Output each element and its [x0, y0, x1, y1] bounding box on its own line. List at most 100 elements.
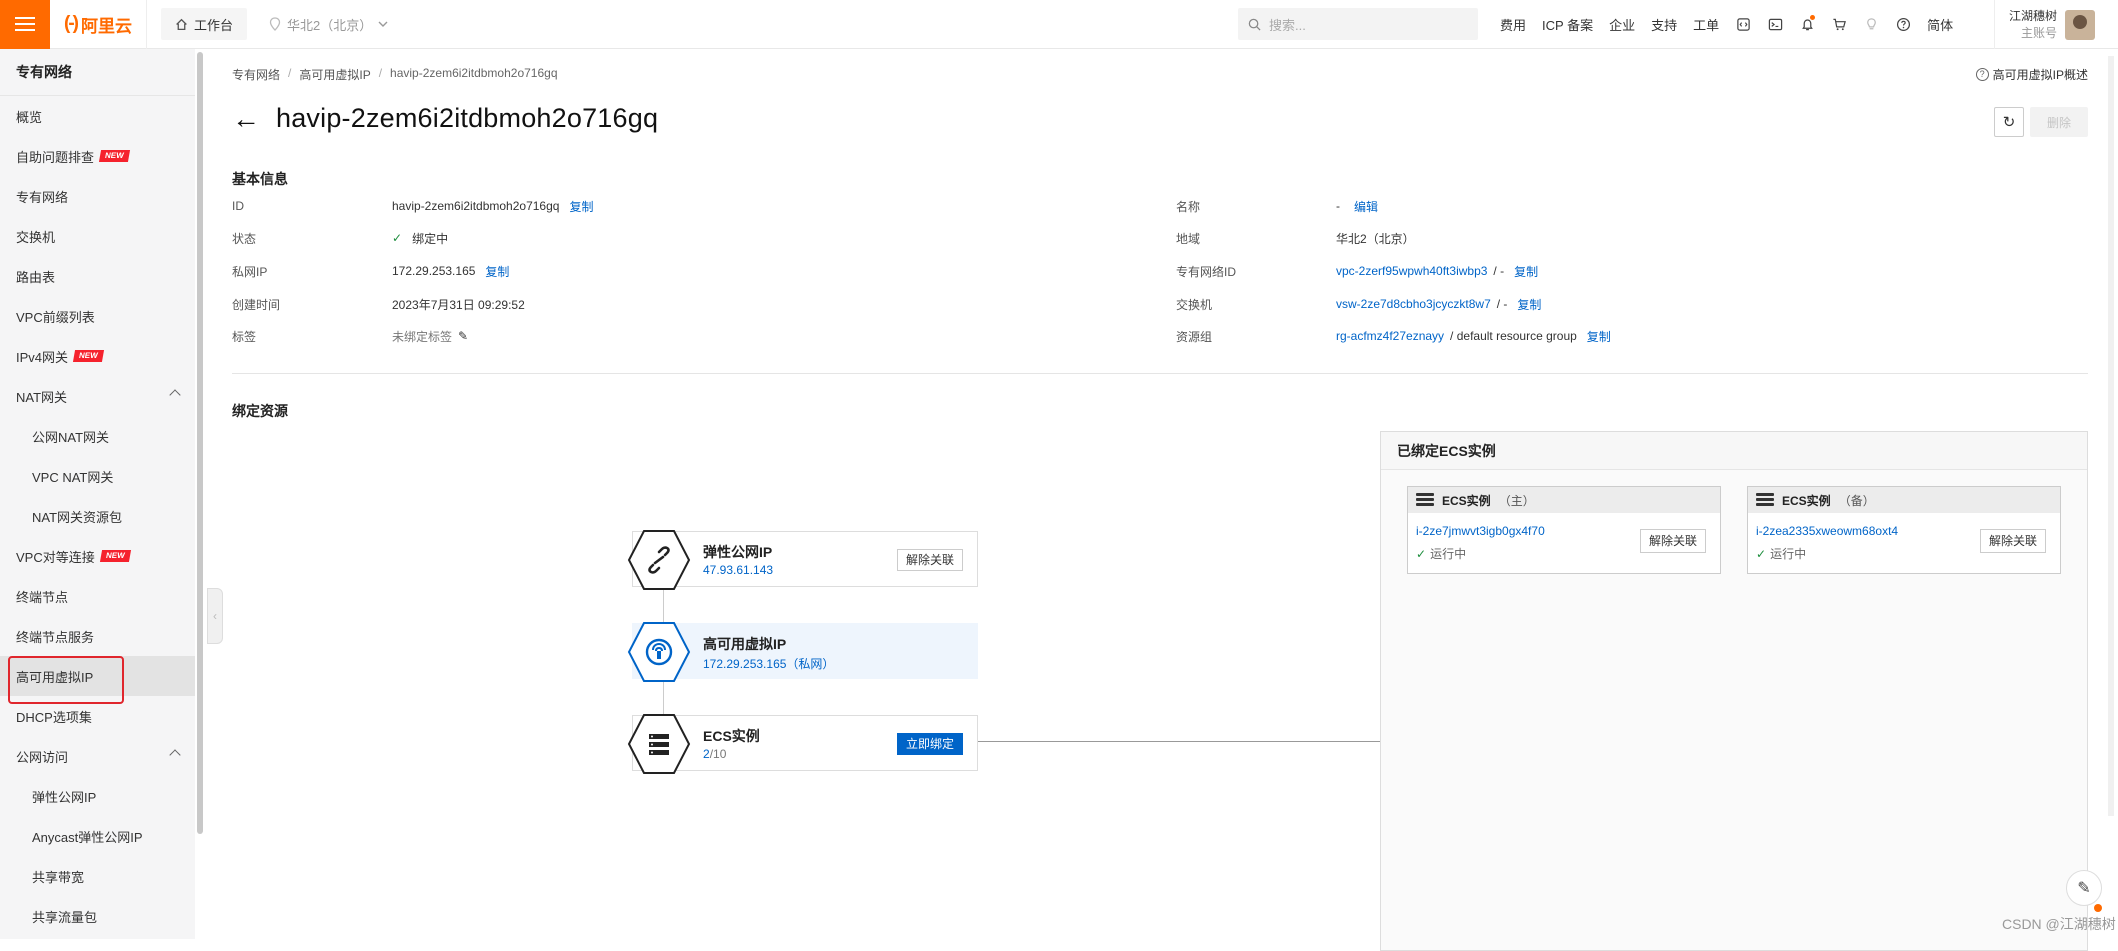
sidebar-item-label: 专有网络 — [16, 189, 69, 205]
page-scrollbar[interactable] — [2108, 56, 2114, 816]
vswitch-suffix: / - — [1496, 297, 1508, 311]
watermark: CSDN @江湖穗树 — [2002, 916, 2116, 932]
feedback-float-button[interactable]: ✎ — [2066, 870, 2102, 906]
havip-node: 高可用虚拟IP 172.29.253.165（私网） — [627, 622, 978, 682]
terminal-icon[interactable] — [1767, 17, 1783, 33]
sidebar-item-endpoint-service[interactable]: 终端节点服务 — [0, 616, 195, 656]
havip-icon — [627, 622, 691, 682]
ecs-instance-id-link[interactable]: i-2zea2335xweowm68oxt4 — [1756, 524, 1898, 538]
check-icon: ✓ — [392, 231, 403, 245]
notification-dot — [1810, 14, 1816, 20]
havip-overview-link[interactable]: ? 高可用虚拟IP概述 — [1975, 66, 2088, 83]
search-icon — [1248, 18, 1261, 31]
sidebar-item-self-diagnosis[interactable]: 自助问题排查 NEW — [0, 136, 195, 176]
sidebar-item-overview[interactable]: 概览 — [0, 96, 195, 136]
copy-ip-button[interactable]: 复制 — [485, 263, 509, 280]
sidebar-group-public-access[interactable]: 公网访问 — [0, 736, 195, 776]
bell-icon[interactable] — [1799, 14, 1816, 33]
nav-fees[interactable]: 费用 — [1500, 15, 1526, 34]
language-switch[interactable]: 简体 — [1927, 15, 1953, 34]
copy-vswitch-button[interactable]: 复制 — [1517, 296, 1541, 313]
chevron-down-icon — [378, 21, 388, 27]
check-icon: ✓ — [1416, 547, 1427, 561]
lightbulb-icon[interactable] — [1863, 17, 1879, 33]
ecs-card-backup: ECS实例 （备） i-2zea2335xweowm68oxt4 ✓ 运行中 解除关… — [1747, 486, 2061, 574]
eip-title: 弹性公网IP — [703, 544, 773, 560]
breadcrumb-separator: / — [288, 66, 292, 80]
sidebar-item-label: VPC前缀列表 — [16, 309, 95, 325]
code-icon[interactable] — [1735, 17, 1751, 33]
copy-resource-group-button[interactable]: 复制 — [1587, 328, 1611, 345]
eip-unbind-button[interactable]: 解除关联 — [896, 549, 963, 571]
region-label: 华北2（北京） — [287, 17, 373, 33]
sidebar-item-prefix-list[interactable]: VPC前缀列表 — [0, 296, 195, 336]
sidebar-item-route-table[interactable]: 路由表 — [0, 256, 195, 296]
copy-id-button[interactable]: 复制 — [569, 198, 593, 215]
question-icon: ? — [1975, 68, 1989, 81]
hamburger-menu-button[interactable] — [0, 0, 50, 49]
sidebar-item-label: 共享带宽 — [32, 869, 85, 885]
resource-group-link[interactable]: rg-acfmz4f27eznayy — [1336, 329, 1444, 343]
edit-tag-icon[interactable]: ✎ — [458, 329, 468, 343]
sidebar-item-vpc-peer[interactable]: VPC对等连接 NEW — [0, 536, 195, 576]
sidebar-item-vpc[interactable]: 专有网络 — [0, 176, 195, 216]
sidebar-group-nat[interactable]: NAT网关 — [0, 376, 195, 416]
vpc-id-label: 专有网络ID — [1176, 264, 1237, 279]
id-value: havip-2zem6i2itdbmoh2o716gq — [392, 199, 560, 213]
ecs-instance-id-link[interactable]: i-2ze7jmwvt3igb0gx4f70 — [1416, 524, 1545, 538]
havip-address: 172.29.253.165（私网） — [703, 657, 835, 671]
sidebar-item-label: Anycast弹性公网IP — [32, 829, 143, 845]
cart-icon[interactable] — [1831, 17, 1847, 33]
nav-enterprise[interactable]: 企业 — [1609, 15, 1635, 34]
sidebar-item-label: IPv4网关 — [16, 349, 69, 365]
annotation-highlight-box — [8, 656, 124, 704]
help-icon[interactable] — [1895, 17, 1911, 33]
eip-address[interactable]: 47.93.61.143 — [703, 563, 773, 577]
bind-now-button[interactable]: 立即绑定 — [896, 733, 963, 755]
aliyun-logo[interactable]: (-) 阿里云 — [50, 0, 147, 49]
main-content: 专有网络 / 高可用虚拟IP / havip-2zem6i2itdbmoh2o7… — [208, 49, 2118, 951]
tag-label: 标签 — [232, 329, 257, 344]
vpc-id-link[interactable]: vpc-2zerf95wpwh40ft3iwbp3 — [1336, 264, 1487, 278]
sidebar-item-label: VPC对等连接 — [16, 549, 95, 565]
copy-vpc-button[interactable]: 复制 — [1514, 263, 1538, 280]
breadcrumb-vpc[interactable]: 专有网络 — [232, 66, 280, 83]
workbench-button[interactable]: 工作台 — [160, 8, 247, 40]
user-role: 主账号 — [2021, 25, 2058, 40]
sidebar-item-ipv4-gateway[interactable]: IPv4网关 NEW — [0, 336, 195, 376]
vswitch-id-link[interactable]: vsw-2ze7d8cbho3jcyczkt8w7 — [1336, 297, 1491, 311]
refresh-icon: ↻ — [2002, 114, 2016, 131]
basic-info-right: 名称 - 编辑 地域 华北2（北京） 专有网络ID vpc-2zerf95wpwh… — [1176, 196, 2076, 356]
sidebar-item-shared-bandwidth[interactable]: 共享带宽 — [0, 856, 195, 896]
sidebar-item-vpc-nat[interactable]: VPC NAT网关 — [0, 456, 195, 496]
delete-button[interactable]: 删除 — [2030, 107, 2088, 137]
id-label: ID — [232, 199, 244, 213]
new-badge: NEW — [99, 550, 131, 562]
sidebar-item-label: 路由表 — [16, 269, 56, 285]
user-menu[interactable]: 江湖穗树 主账号 — [1994, 0, 2096, 49]
search-placeholder: 搜索... — [1269, 17, 1306, 33]
sidebar-item-nat-package[interactable]: NAT网关资源包 — [0, 496, 195, 536]
back-arrow-icon[interactable]: ← — [232, 104, 260, 133]
nav-ticket[interactable]: 工单 — [1693, 15, 1719, 34]
ecs-unbind-button[interactable]: 解除关联 — [1979, 529, 2046, 553]
refresh-button[interactable]: ↻ — [1994, 107, 2024, 137]
nav-icp[interactable]: ICP 备案 — [1542, 15, 1593, 34]
search-input[interactable]: 搜索... — [1238, 8, 1478, 40]
edit-name-button[interactable]: 编辑 — [1354, 198, 1378, 215]
sidebar-item-endpoint[interactable]: 终端节点 — [0, 576, 195, 616]
nav-support[interactable]: 支持 — [1651, 15, 1677, 34]
vpc-suffix: / - — [1493, 264, 1505, 278]
basic-info-title: 基本信息 — [232, 171, 288, 187]
sidebar-item-public-nat[interactable]: 公网NAT网关 — [0, 416, 195, 456]
sidebar-item-anycast-eip[interactable]: Anycast弹性公网IP — [0, 816, 195, 856]
sidebar-item-vswitch[interactable]: 交换机 — [0, 216, 195, 256]
ecs-unbind-button[interactable]: 解除关联 — [1639, 529, 1706, 553]
chevron-up-icon — [169, 749, 181, 761]
sidebar-scrollbar[interactable] — [197, 52, 203, 834]
region-selector[interactable]: 华北2（北京） — [269, 15, 388, 34]
chevron-up-icon — [169, 389, 181, 401]
sidebar-item-shared-data-transfer[interactable]: 共享流量包 — [0, 896, 195, 936]
sidebar-item-eip[interactable]: 弹性公网IP — [0, 776, 195, 816]
breadcrumb-havip[interactable]: 高可用虚拟IP — [299, 66, 370, 83]
